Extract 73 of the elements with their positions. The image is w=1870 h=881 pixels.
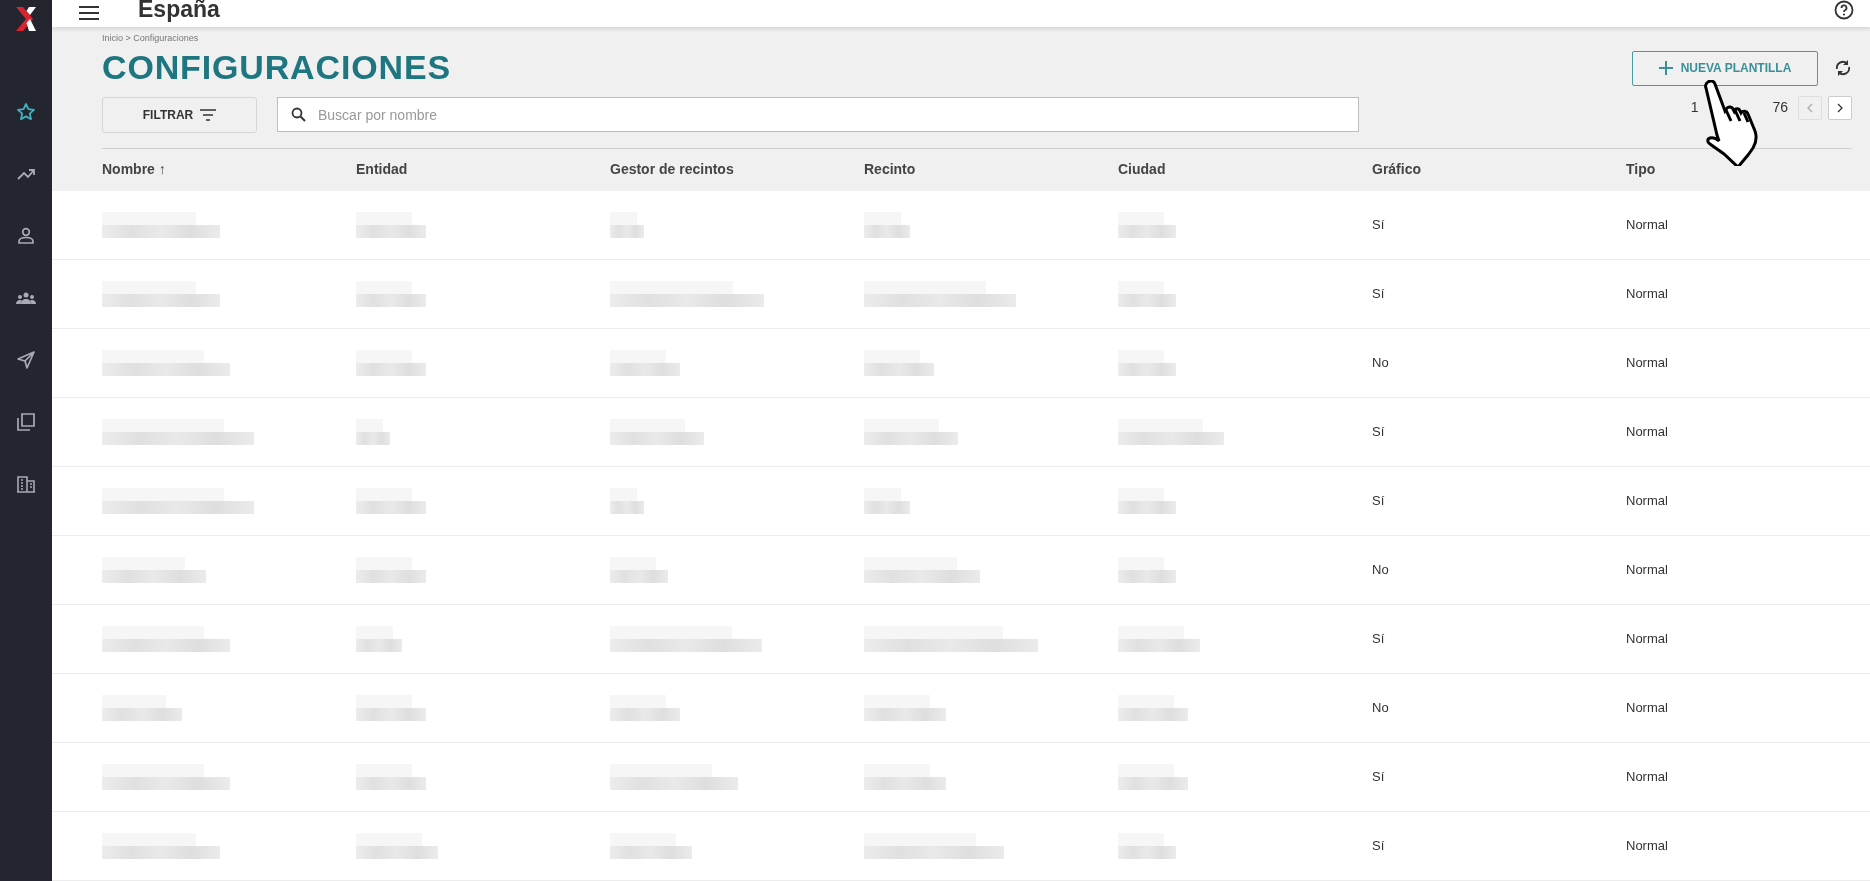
page-header-title: España: [138, 0, 220, 24]
table-cell-text: Normal: [1626, 423, 1668, 442]
table-cell-text: Normal: [1626, 630, 1668, 649]
chevron-left-icon: [1807, 102, 1813, 113]
redacted-text: [356, 626, 402, 652]
table-cell-text: Normal: [1626, 699, 1668, 718]
breadcrumb: Inicio > Configuraciones: [102, 31, 199, 44]
table-cell-text: Normal: [1626, 285, 1668, 304]
person-icon[interactable]: [16, 226, 36, 246]
column-header[interactable]: Gráfico: [1372, 159, 1421, 181]
table-cell-text: Normal: [1626, 768, 1668, 787]
table-cell-text: Sí: [1372, 630, 1385, 649]
table-cell-text: Sí: [1372, 768, 1385, 787]
table-cell-text: Normal: [1626, 492, 1668, 511]
table-cell-text: Sí: [1372, 423, 1385, 442]
send-icon[interactable]: [16, 350, 36, 370]
refresh-icon[interactable]: [1834, 58, 1852, 78]
redacted-text: [356, 488, 426, 514]
redacted-text: [610, 695, 680, 721]
table-cell-text: Normal: [1626, 216, 1668, 235]
building-icon[interactable]: [16, 474, 36, 494]
redacted-text: [356, 212, 426, 238]
redacted-text: [1118, 764, 1188, 790]
table-cell-text: Normal: [1626, 561, 1668, 580]
plus-icon: [1658, 61, 1673, 75]
redacted-text: [1118, 350, 1176, 376]
filter-icon: [200, 108, 217, 121]
redacted-text: [1118, 557, 1176, 583]
star-icon[interactable]: [16, 102, 36, 122]
table-cell-text: No: [1372, 354, 1389, 373]
redacted-text: [1118, 281, 1176, 307]
redacted-text: [864, 350, 934, 376]
table-cell-text: No: [1372, 561, 1389, 580]
redacted-text: [356, 764, 426, 790]
table-cell-text: Normal: [1626, 354, 1668, 373]
page-title: CONFIGURACIONES: [102, 47, 451, 86]
pages-icon[interactable]: [16, 412, 36, 432]
redacted-text: [610, 212, 644, 238]
column-header[interactable]: Entidad: [356, 159, 408, 181]
table-cell-text: Normal: [1626, 837, 1668, 856]
redacted-text: [610, 557, 668, 583]
redacted-text: [1118, 212, 1176, 238]
redacted-text: [356, 695, 426, 721]
redacted-text: [610, 488, 644, 514]
redacted-text: [356, 350, 426, 376]
redacted-text: [1118, 695, 1188, 721]
table-cell-text: Sí: [1372, 216, 1385, 235]
filter-button[interactable]: FILTRAR: [102, 96, 257, 133]
help-icon[interactable]: [1834, 0, 1854, 20]
table-cell-text: Sí: [1372, 837, 1385, 856]
redacted-text: [1118, 833, 1176, 859]
search-icon: [291, 107, 306, 122]
column-header[interactable]: Ciudad: [1118, 159, 1166, 181]
redacted-text: [610, 350, 680, 376]
menu-icon[interactable]: [79, 6, 99, 21]
redacted-text: [356, 557, 426, 583]
column-header[interactable]: Tipo: [1626, 159, 1656, 181]
column-header[interactable]: Nombre ↑: [102, 159, 166, 181]
logo-icon: [14, 6, 38, 32]
page-range-end: 76: [1772, 98, 1788, 117]
page-range-start: 1: [1690, 98, 1699, 117]
table-cell-text: Sí: [1372, 285, 1385, 304]
column-header[interactable]: Recinto: [864, 159, 916, 181]
chevron-right-icon: [1837, 102, 1843, 113]
redacted-text: [1118, 488, 1176, 514]
redacted-text: [864, 212, 910, 238]
search-field[interactable]: Buscar por nombre: [277, 97, 1359, 132]
table-cell-text: No: [1372, 699, 1389, 718]
table-cell-text: Sí: [1372, 492, 1385, 511]
redacted-text: [356, 281, 426, 307]
redacted-text: [864, 488, 910, 514]
redacted-text: [356, 419, 390, 445]
column-header[interactable]: Gestor de recintos: [610, 159, 734, 181]
